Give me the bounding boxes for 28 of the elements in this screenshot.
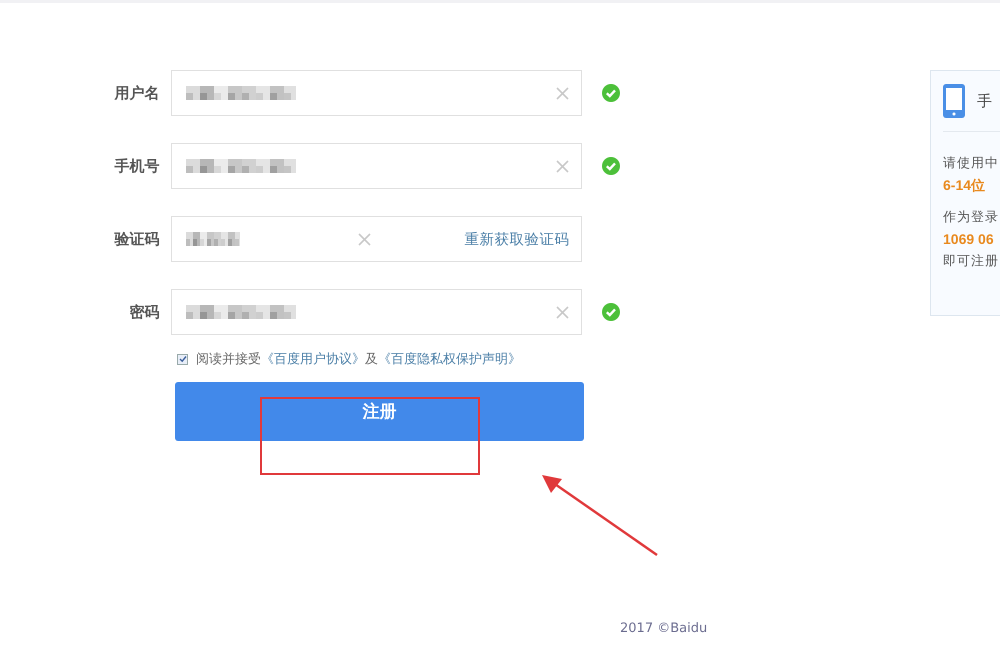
clear-icon[interactable] bbox=[358, 232, 372, 246]
panel-text: 请使用中 bbox=[943, 154, 1000, 172]
field-label: 密码 bbox=[128, 302, 160, 322]
field-label: 手机号 bbox=[113, 156, 160, 176]
resend-code-link[interactable]: 重新获取验证码 bbox=[464, 230, 570, 248]
input-field[interactable]: 重新获取验证码 bbox=[171, 216, 582, 262]
pixelated-value bbox=[186, 232, 240, 246]
field-label: 验证码 bbox=[113, 230, 160, 248]
agreement-link[interactable]: 《百度用户协议》 bbox=[261, 350, 365, 368]
highlight-text: 6-14位 bbox=[943, 176, 986, 195]
agreement-link[interactable]: 《百度隐私权保护声明》 bbox=[378, 350, 521, 368]
input-field[interactable] bbox=[171, 70, 582, 116]
panel-title: 手 bbox=[977, 92, 992, 110]
agreement-text: 及 bbox=[365, 351, 378, 368]
panel-text: 即可注册 bbox=[943, 252, 1000, 270]
clear-icon[interactable] bbox=[556, 306, 570, 318]
register-button[interactable]: 注册 bbox=[175, 382, 584, 441]
input-field[interactable] bbox=[171, 143, 582, 189]
clear-icon[interactable] bbox=[556, 160, 570, 172]
panel-text: 作为登录 bbox=[943, 208, 1000, 226]
copyright-text: 2017 ©Baidu bbox=[620, 621, 708, 636]
highlight-text: 1069 06 bbox=[943, 230, 995, 249]
clear-icon[interactable] bbox=[556, 86, 570, 100]
agreement-checkbox[interactable] bbox=[177, 354, 188, 364]
input-field[interactable] bbox=[171, 289, 582, 335]
phone-icon bbox=[943, 84, 965, 118]
field-label: 用户名 bbox=[113, 84, 160, 102]
agreement-text: 阅读并接受 bbox=[196, 351, 261, 368]
